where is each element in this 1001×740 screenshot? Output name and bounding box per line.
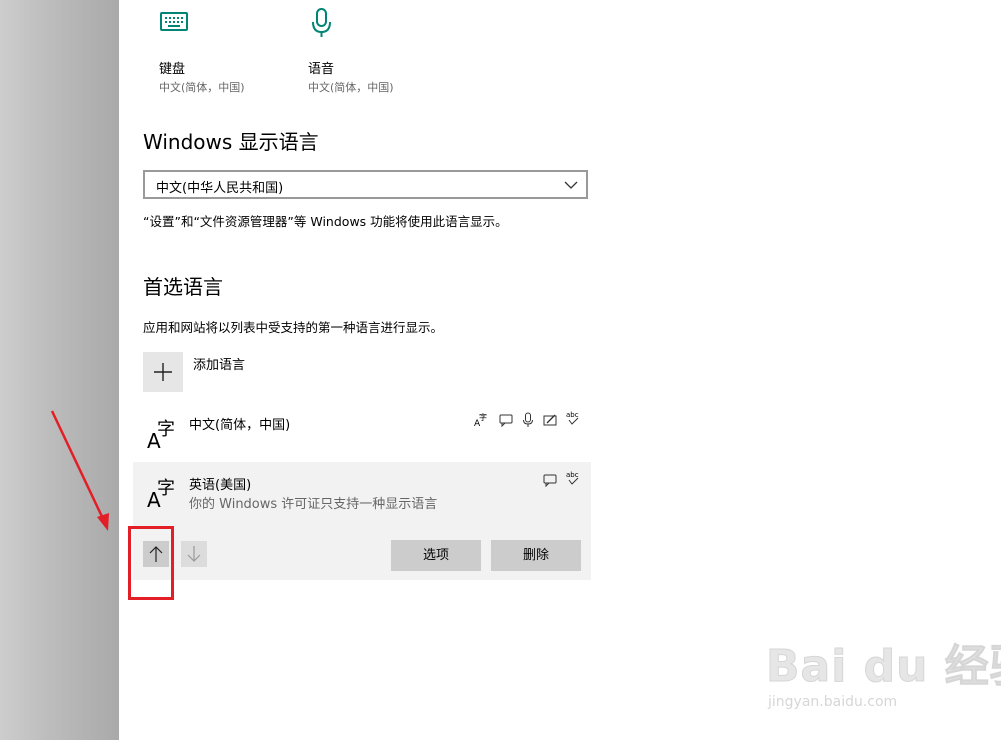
language-glyph-icon: A 字 xyxy=(147,474,181,512)
display-language-heading: Windows 显示语言 xyxy=(143,130,319,154)
spell-check-icon: abc xyxy=(566,471,579,485)
speech-tile-subtitle: 中文(简体，中国) xyxy=(308,81,394,94)
left-background-panel xyxy=(0,0,119,740)
svg-text:abc: abc xyxy=(566,411,579,419)
text-to-speech-icon xyxy=(499,414,513,428)
handwriting-icon xyxy=(543,414,557,426)
glyph-zi: 字 xyxy=(157,478,175,499)
text-to-speech-icon xyxy=(543,474,557,488)
plus-icon xyxy=(154,363,172,381)
move-down-button[interactable] xyxy=(181,541,207,567)
annotation-arrow-icon xyxy=(50,410,109,531)
preferred-languages-heading: 首选语言 xyxy=(143,275,223,299)
display-language-icon: A 字 xyxy=(474,412,487,428)
options-button[interactable]: 选项 xyxy=(391,540,481,571)
add-language-button[interactable] xyxy=(143,352,183,392)
watermark-text: Bai du 经验 xyxy=(766,641,1001,693)
baidu-jingyan-watermark: Bai du 经验 jingyan.baidu.com xyxy=(760,628,1001,723)
speech-recognition-icon xyxy=(523,412,533,427)
display-language-value: 中文(中华人民共和国) xyxy=(156,181,284,196)
display-language-note: “设置”和“文件资源管理器”等 Windows 功能将使用此语言显示。 xyxy=(143,214,508,229)
remove-button[interactable]: 删除 xyxy=(491,540,581,571)
glyph-zi: 字 xyxy=(157,419,175,440)
keyboard-icon xyxy=(160,12,188,31)
svg-text:abc: abc xyxy=(566,471,579,479)
spell-check-icon: abc xyxy=(566,411,579,425)
chevron-down-icon xyxy=(564,181,578,189)
keyboard-tile-title: 键盘 xyxy=(159,62,186,77)
language-license-note: 你的 Windows 许可证只支持一种显示语言 xyxy=(189,497,438,512)
annotation-highlight-box xyxy=(128,526,174,600)
keyboard-tile-subtitle: 中文(简体，中国) xyxy=(159,81,245,94)
language-glyph-icon: A 字 xyxy=(147,415,181,453)
language-name-chinese[interactable]: 中文(简体，中国) xyxy=(189,414,290,433)
svg-text:字: 字 xyxy=(479,412,487,422)
microphone-icon xyxy=(312,8,331,37)
preferred-languages-description: 应用和网站将以列表中受支持的第一种语言进行显示。 xyxy=(143,320,444,335)
language-name-english[interactable]: 英语(美国) xyxy=(189,474,251,493)
watermark-url: jingyan.baidu.com xyxy=(768,694,898,710)
display-language-dropdown[interactable]: 中文(中华人民共和国) xyxy=(143,170,588,199)
arrow-down-icon xyxy=(187,546,201,562)
add-language-label[interactable]: 添加语言 xyxy=(193,354,245,373)
speech-tile-title: 语音 xyxy=(308,62,335,77)
